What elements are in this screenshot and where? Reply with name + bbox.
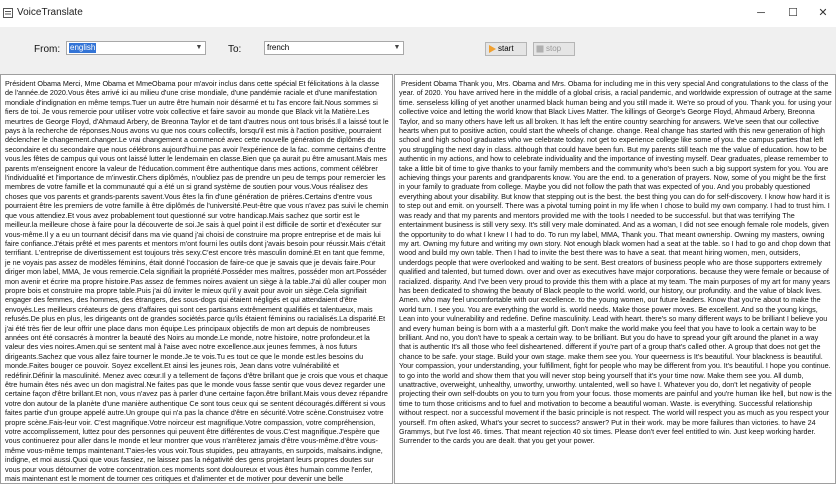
start-button-label: start	[498, 44, 514, 53]
close-button[interactable]: ✕	[807, 0, 836, 26]
minimize-button[interactable]: ─	[745, 0, 777, 26]
chevron-down-icon[interactable]: ▼	[194, 42, 204, 54]
app-icon	[3, 8, 13, 18]
stop-button-label: stop	[546, 44, 562, 53]
start-button[interactable]: start	[485, 42, 527, 56]
maximize-button[interactable]: ☐	[777, 0, 809, 26]
source-text-pane[interactable]: President Obama Thank you, Mrs. Obama an…	[394, 74, 836, 484]
stop-icon	[536, 45, 544, 53]
title-bar: VoiceTranslate ─ ☐ ✕	[0, 0, 836, 27]
to-language-select[interactable]: french ▼	[264, 41, 404, 55]
stop-button[interactable]: stop	[533, 42, 575, 56]
play-icon	[489, 45, 496, 53]
to-language-value: french	[267, 43, 290, 52]
toolbar: From: english ▼ To: french ▼ start stop	[0, 27, 836, 73]
translated-text-pane[interactable]: Président Obama Merci, Mme Obama et MmeO…	[0, 74, 393, 484]
from-label: From:	[34, 44, 61, 55]
to-label: To:	[228, 44, 242, 55]
chevron-down-icon[interactable]: ▼	[392, 42, 402, 54]
from-language-select[interactable]: english ▼	[66, 41, 206, 55]
window-title: VoiceTranslate	[17, 7, 83, 18]
app-window: VoiceTranslate ─ ☐ ✕ From: english ▼ To:…	[0, 0, 836, 484]
from-language-value: english	[69, 43, 97, 53]
